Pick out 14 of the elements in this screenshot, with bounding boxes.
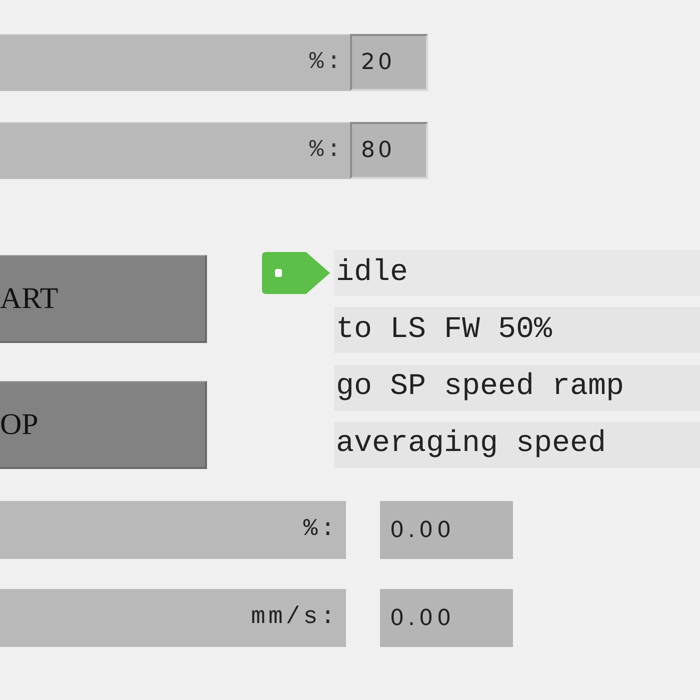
action-button[interactable]: OP: [0, 381, 207, 469]
value-display: 0.00: [380, 501, 513, 559]
unit-label: %:: [0, 501, 346, 559]
step-row: averaging speed: [334, 422, 700, 468]
unit-label: mm/s:: [0, 589, 346, 647]
unit-label: %:: [0, 34, 350, 91]
value-display: 0.00: [380, 589, 513, 647]
action-button[interactable]: ART: [0, 255, 207, 343]
value-input[interactable]: 80: [350, 122, 428, 179]
step-row: go SP speed ramp: [334, 364, 700, 411]
unit-label: %:: [0, 122, 350, 179]
step-row: idle: [334, 250, 700, 296]
step-row: to LS FW 50%: [334, 307, 700, 354]
value-input[interactable]: 20: [350, 34, 428, 91]
